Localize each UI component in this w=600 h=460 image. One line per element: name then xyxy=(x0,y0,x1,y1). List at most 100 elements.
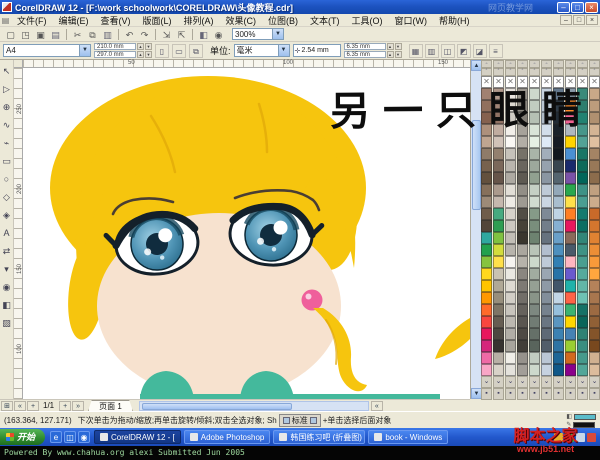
color-swatch[interactable] xyxy=(505,328,516,340)
paper-type-combo[interactable]: A4 ▼ xyxy=(3,44,91,57)
palette-rollup-icon[interactable]: ▫ xyxy=(553,60,564,68)
color-swatch[interactable] xyxy=(565,280,576,292)
add-page-after-button[interactable]: + xyxy=(59,401,71,411)
color-swatch[interactable] xyxy=(529,292,540,304)
snap-to-guidelines-button[interactable]: ▥ xyxy=(425,44,439,58)
menu-item-5[interactable]: 效果(C) xyxy=(220,14,263,27)
color-swatch[interactable] xyxy=(493,220,504,232)
color-swatch[interactable] xyxy=(529,244,540,256)
color-swatch[interactable] xyxy=(553,172,564,184)
color-swatch[interactable] xyxy=(505,340,516,352)
palette-rollup-icon[interactable]: ▫ xyxy=(505,60,516,68)
color-swatch[interactable] xyxy=(577,268,588,280)
color-swatch[interactable] xyxy=(553,196,564,208)
color-swatch[interactable] xyxy=(481,352,492,364)
minimize-button[interactable]: – xyxy=(557,2,570,13)
color-swatch[interactable] xyxy=(589,160,600,172)
color-swatch[interactable] xyxy=(481,340,492,352)
color-swatch[interactable] xyxy=(577,208,588,220)
color-swatch[interactable] xyxy=(589,172,600,184)
treat-as-filled-button[interactable]: ◪ xyxy=(473,44,487,58)
color-swatch[interactable] xyxy=(493,316,504,328)
color-swatch[interactable] xyxy=(505,292,516,304)
color-swatch[interactable] xyxy=(541,364,552,376)
color-swatch[interactable] xyxy=(589,352,600,364)
taskbar-task-3[interactable]: book - Windows xyxy=(368,430,448,444)
freehand-tool[interactable]: ∿ xyxy=(1,116,13,134)
color-swatch[interactable] xyxy=(577,256,588,268)
palette-expand-icon[interactable]: ˆ xyxy=(565,68,576,76)
color-swatch[interactable] xyxy=(589,208,600,220)
color-swatch[interactable] xyxy=(481,256,492,268)
chevron-down-icon[interactable]: ▼ xyxy=(79,45,90,56)
color-swatch[interactable] xyxy=(541,316,552,328)
color-swatch[interactable] xyxy=(541,220,552,232)
color-swatch[interactable] xyxy=(517,280,528,292)
color-swatch[interactable] xyxy=(493,208,504,220)
palette-rollup-icon[interactable]: ▫ xyxy=(541,60,552,68)
color-swatch[interactable] xyxy=(517,196,528,208)
duplicate-y-field[interactable]: 6.35 mm xyxy=(344,51,386,58)
color-swatch[interactable] xyxy=(589,232,600,244)
color-swatch[interactable] xyxy=(589,256,600,268)
palette-scroll-down-icon[interactable]: ⌄ xyxy=(589,376,600,388)
first-page-button[interactable]: « xyxy=(14,401,26,411)
color-swatch[interactable] xyxy=(565,292,576,304)
color-swatch[interactable] xyxy=(553,292,564,304)
color-swatch[interactable] xyxy=(481,136,492,148)
color-swatch[interactable] xyxy=(517,160,528,172)
set-default-page-button[interactable]: ⧉ xyxy=(189,44,203,58)
close-button[interactable]: × xyxy=(585,2,598,13)
color-swatch[interactable] xyxy=(481,364,492,376)
color-swatch[interactable] xyxy=(481,172,492,184)
new-icon[interactable]: ▢ xyxy=(3,28,18,41)
color-swatch[interactable] xyxy=(517,256,528,268)
color-swatch[interactable] xyxy=(577,184,588,196)
color-swatch[interactable] xyxy=(553,232,564,244)
color-swatch[interactable] xyxy=(565,268,576,280)
hair-bead[interactable] xyxy=(302,290,323,311)
color-swatch[interactable] xyxy=(517,364,528,376)
color-swatch[interactable] xyxy=(517,148,528,160)
import-icon[interactable]: ⇲ xyxy=(159,28,174,41)
options-button[interactable]: ≡ xyxy=(489,44,503,58)
color-swatch[interactable] xyxy=(493,136,504,148)
palette-rollup-icon[interactable]: ▫ xyxy=(529,60,540,68)
color-swatch[interactable] xyxy=(541,256,552,268)
color-swatch[interactable] xyxy=(589,316,600,328)
palette-scroll-down-icon[interactable]: ⌄ xyxy=(565,376,576,388)
landscape-button[interactable]: ▭ xyxy=(172,44,186,58)
color-swatch[interactable] xyxy=(505,160,516,172)
color-swatch[interactable] xyxy=(493,172,504,184)
color-swatch[interactable] xyxy=(529,280,540,292)
palette-scroll-down-icon[interactable]: ⌄ xyxy=(493,376,504,388)
palette-expand-icon[interactable]: ˆ xyxy=(541,68,552,76)
text-tool[interactable]: A xyxy=(1,224,13,242)
color-swatch[interactable] xyxy=(577,364,588,376)
duplicate-x-field[interactable]: 6.35 mm xyxy=(344,43,386,50)
color-swatch[interactable] xyxy=(553,280,564,292)
color-swatch[interactable] xyxy=(589,148,600,160)
color-swatch[interactable] xyxy=(505,244,516,256)
horizontal-scroll-thumb[interactable] xyxy=(142,403,292,410)
copy-icon[interactable]: ⧉ xyxy=(85,28,100,41)
palette-rollup-icon[interactable]: ▫ xyxy=(565,60,576,68)
page-grid-button[interactable]: ⊞ xyxy=(1,401,13,411)
spin-down-icon[interactable]: ▼ xyxy=(395,43,402,50)
color-swatch[interactable] xyxy=(517,220,528,232)
menu-item-4[interactable]: 排列(A) xyxy=(178,14,220,27)
print-icon[interactable]: ▤ xyxy=(48,28,63,41)
color-swatch[interactable] xyxy=(553,304,564,316)
palette-expand-icon[interactable]: ˆ xyxy=(577,68,588,76)
chevron-down-icon[interactable]: ▼ xyxy=(278,45,289,56)
color-swatch[interactable] xyxy=(541,292,552,304)
palette-expand-icon[interactable]: ˆ xyxy=(505,68,516,76)
color-swatch[interactable] xyxy=(481,148,492,160)
color-swatch[interactable] xyxy=(577,280,588,292)
last-page-button[interactable]: » xyxy=(72,401,84,411)
color-swatch[interactable] xyxy=(517,292,528,304)
color-swatch[interactable] xyxy=(541,280,552,292)
color-swatch[interactable] xyxy=(517,244,528,256)
color-swatch[interactable] xyxy=(493,232,504,244)
color-swatch[interactable] xyxy=(553,148,564,160)
